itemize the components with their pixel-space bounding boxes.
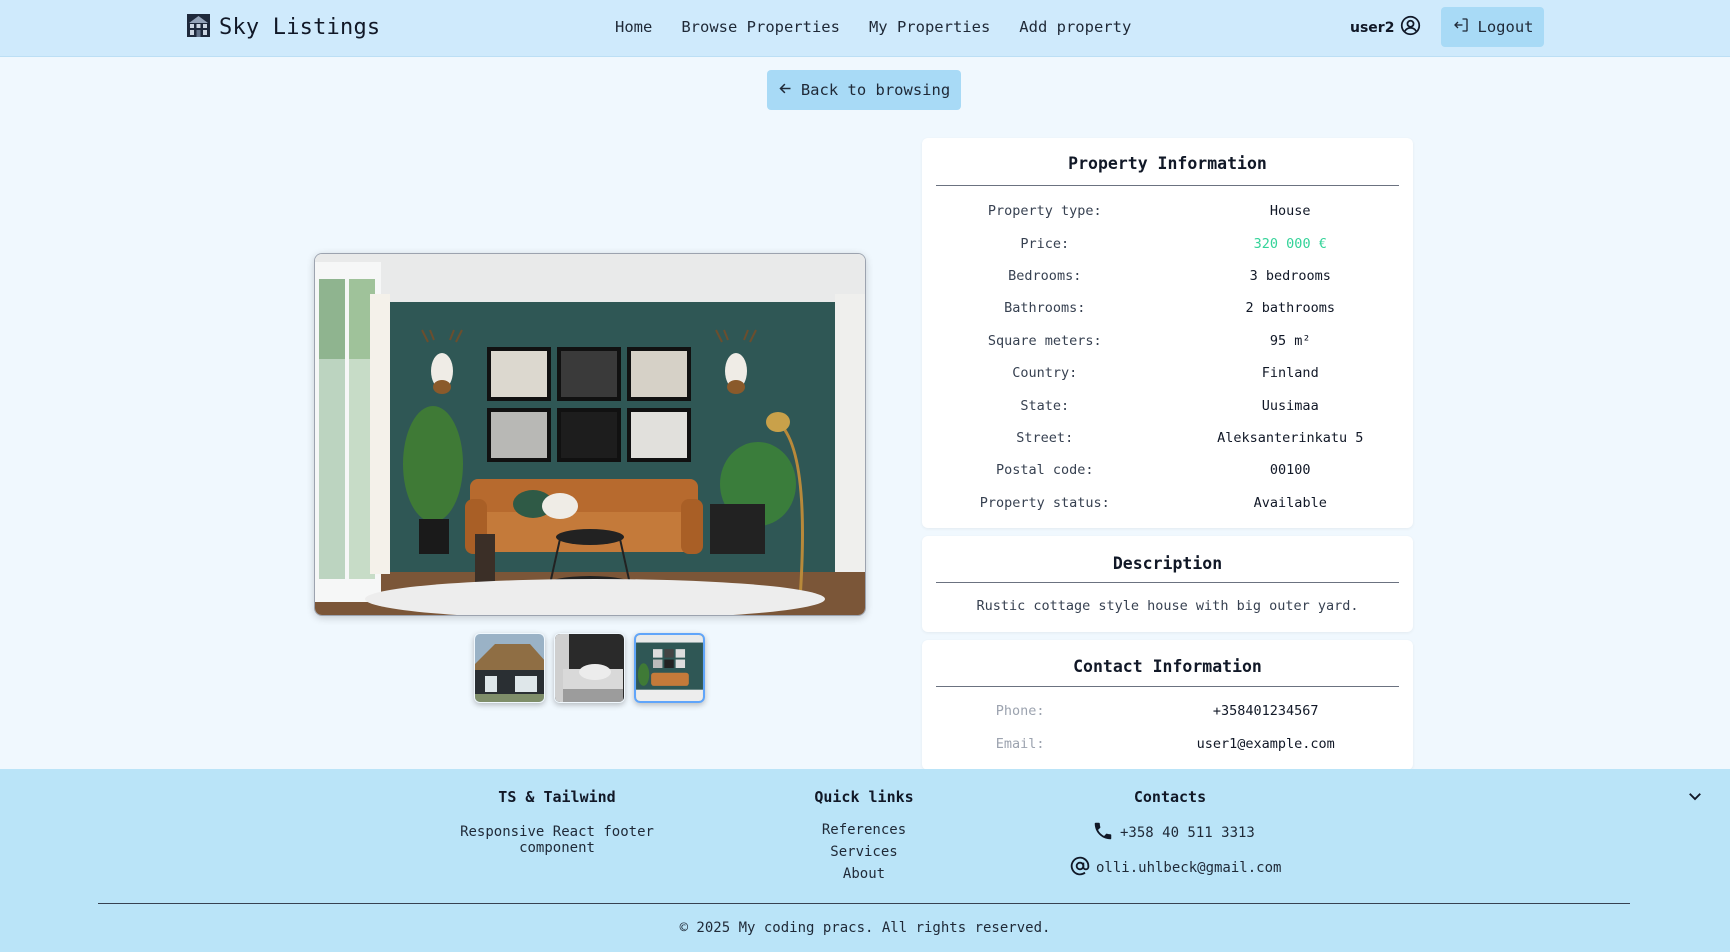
thumbnail-bedroom[interactable] <box>554 633 625 703</box>
house-logo-icon <box>186 13 211 42</box>
nav-browse-properties[interactable]: Browse Properties <box>681 18 840 36</box>
info-row-bathrooms: Bathrooms: 2 bathrooms <box>922 292 1413 324</box>
main-property-photo <box>314 253 866 616</box>
top-navbar: Sky Listings Home Browse Properties My P… <box>0 0 1730 57</box>
back-to-browsing-button[interactable]: Back to browsing <box>767 70 961 110</box>
house-exterior-photo-icon <box>475 634 544 702</box>
description-title: Description <box>936 536 1399 583</box>
living-room-photo-icon <box>636 635 703 701</box>
info-row-bedrooms: Bedrooms: 3 bedrooms <box>922 260 1413 292</box>
info-value: House <box>1269 203 1311 220</box>
info-label: State: <box>1020 397 1070 414</box>
description-card: Description Rustic cottage style house w… <box>922 536 1413 632</box>
contact-label: Phone: <box>995 702 1045 719</box>
arrow-left-icon <box>778 81 793 100</box>
description-text: Rustic cottage style house with big oute… <box>976 598 1359 614</box>
info-label: Street: <box>1016 429 1074 446</box>
contact-email: user1@example.com <box>1196 735 1335 752</box>
property-info-card: Property Information Property type: Hous… <box>922 138 1413 528</box>
contact-phone: +358401234567 <box>1212 702 1319 719</box>
nav-add-property[interactable]: Add property <box>1019 18 1131 36</box>
info-label: Bedrooms: <box>1008 267 1082 284</box>
footer-link-about[interactable]: About <box>780 863 948 885</box>
info-row-property-type: Property type: House <box>922 195 1413 227</box>
user-circle-icon <box>1400 15 1421 40</box>
info-row-country: Country: Finland <box>922 357 1413 389</box>
footer-link-references[interactable]: References <box>780 819 948 841</box>
footer-column-quick-links: Quick links References Services About <box>780 788 948 885</box>
price-value: 320 000 € <box>1253 235 1327 252</box>
contact-label: Email: <box>995 735 1045 752</box>
info-row-property-status: Property status: Available <box>922 487 1413 519</box>
main-nav: Home Browse Properties My Properties Add… <box>615 18 1131 36</box>
phone-icon <box>1092 820 1114 846</box>
footer-column-about: TS & Tailwind Responsive React footer co… <box>427 788 687 856</box>
info-row-price: Price: 320 000 € <box>922 227 1413 259</box>
footer-phone-text: +358 40 511 3313 <box>1120 825 1255 841</box>
info-value: 3 bedrooms <box>1249 267 1331 284</box>
thumbnail-living-room[interactable] <box>634 633 705 703</box>
info-label: Property type: <box>987 203 1102 220</box>
chevron-down-icon[interactable] <box>1686 787 1704 809</box>
brand[interactable]: Sky Listings <box>186 13 380 42</box>
info-row-street: Street: Aleksanterinkatu 5 <box>922 422 1413 454</box>
footer-email-text: olli.uhlbeck@gmail.com <box>1096 860 1282 876</box>
info-label: Property status: <box>979 494 1110 511</box>
footer-title: Contacts <box>1133 788 1207 806</box>
info-row-postal-code: Postal code: 00100 <box>922 454 1413 486</box>
contact-row-phone: Phone: +358401234567 <box>922 694 1413 727</box>
property-info-title: Property Information <box>936 138 1399 186</box>
contact-info-card: Contact Information Phone: +358401234567… <box>922 640 1413 770</box>
info-label: Price: <box>1020 235 1070 252</box>
info-value: 00100 <box>1269 462 1311 479</box>
contact-info-list: Phone: +358401234567 Email: user1@exampl… <box>922 687 1413 760</box>
footer-title: TS & Tailwind <box>498 788 616 806</box>
info-label: Postal code: <box>995 462 1094 479</box>
footer: TS & Tailwind Responsive React footer co… <box>0 769 1730 952</box>
info-label: Square meters: <box>987 332 1102 349</box>
contact-info-title: Contact Information <box>936 640 1399 687</box>
at-sign-icon <box>1070 856 1090 880</box>
footer-email: olli.uhlbeck@gmail.com <box>1070 856 1282 880</box>
thumbnail-house-exterior[interactable] <box>474 633 545 703</box>
info-value: 95 m² <box>1269 332 1311 349</box>
footer-phone: +358 40 511 3313 <box>1092 820 1280 846</box>
footer-divider <box>98 903 1630 904</box>
info-value: Available <box>1253 494 1327 511</box>
logout-icon <box>1452 16 1470 38</box>
thumbnail-strip <box>474 633 705 703</box>
nav-home[interactable]: Home <box>615 18 652 36</box>
info-value: Finland <box>1261 365 1319 382</box>
back-label: Back to browsing <box>800 81 951 99</box>
info-row-square-meters: Square meters: 95 m² <box>922 325 1413 357</box>
info-label: Bathrooms: <box>1004 300 1086 317</box>
username: user2 <box>1350 19 1395 36</box>
footer-title: Quick links <box>814 788 914 806</box>
info-value: 2 bathrooms <box>1245 300 1335 317</box>
user-menu[interactable]: user2 <box>1350 15 1421 40</box>
contact-row-email: Email: user1@example.com <box>922 727 1413 760</box>
info-row-state: State: Uusimaa <box>922 389 1413 421</box>
footer-description: Responsive React footer component <box>460 824 654 856</box>
copyright: © 2025 My coding pracs. All rights reser… <box>679 920 1051 936</box>
logout-button[interactable]: Logout <box>1441 7 1544 47</box>
nav-my-properties[interactable]: My Properties <box>869 18 990 36</box>
info-label: Country: <box>1012 365 1078 382</box>
logout-label: Logout <box>1477 18 1534 36</box>
property-info-list: Property type: House Price: 320 000 € Be… <box>922 186 1413 519</box>
quick-links-list: References Services About <box>780 819 948 885</box>
bedroom-photo-icon <box>555 634 624 702</box>
footer-column-contacts: Contacts +358 40 511 3313 olli.uhlbeck@g… <box>1060 788 1282 880</box>
living-room-photo-icon <box>315 254 865 615</box>
info-value: Uusimaa <box>1261 397 1319 414</box>
brand-name: Sky Listings <box>219 15 381 40</box>
footer-link-services[interactable]: Services <box>780 841 948 863</box>
info-value: Aleksanterinkatu 5 <box>1217 429 1364 446</box>
